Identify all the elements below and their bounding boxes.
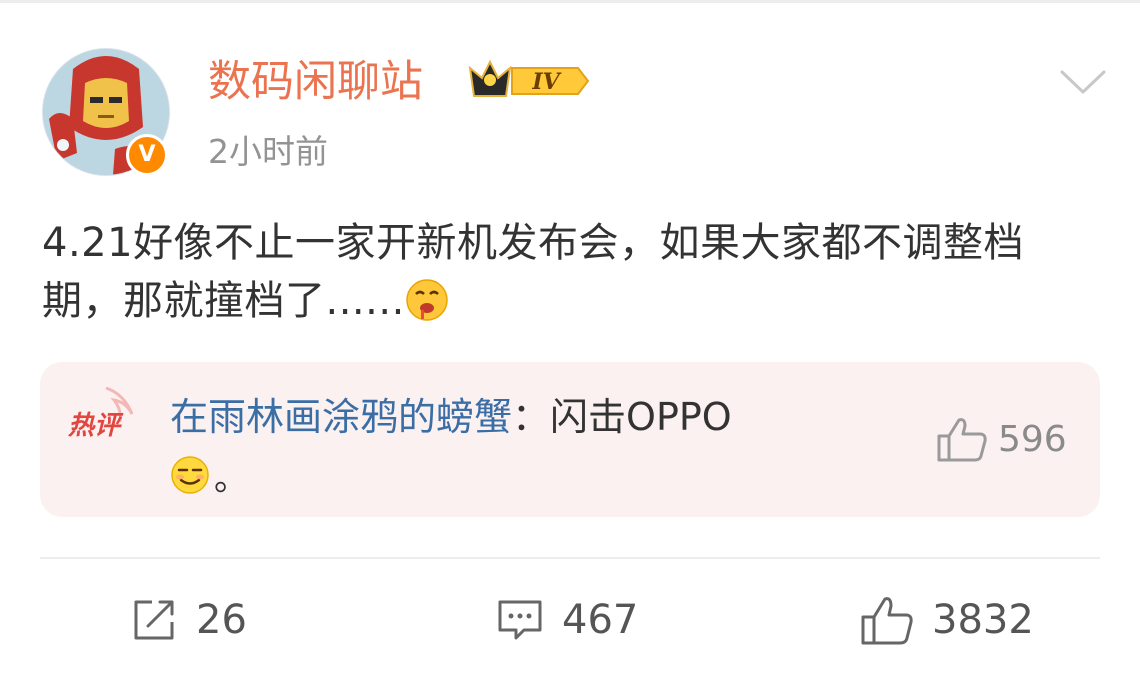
vip-level-badge: IV bbox=[468, 59, 590, 97]
post-timestamp: 2小时前 bbox=[208, 132, 328, 171]
drooling-face-emoji bbox=[406, 279, 448, 321]
hot-comment-tag: 热评 bbox=[67, 386, 134, 441]
level-text: IV bbox=[531, 69, 561, 95]
hot-comment[interactable]: 热评 在雨林画涂鸦的螃蟹：闪击OPPO 。 596 bbox=[40, 362, 1100, 517]
comment-colon: ： bbox=[512, 395, 551, 439]
thumbs-up-icon bbox=[861, 597, 913, 645]
repost-button[interactable]: 26 bbox=[130, 590, 247, 650]
post-text: 4.21好像不止一家开新机发布会，如果大家都不调整档期，那就撞档了...... bbox=[42, 214, 1102, 330]
comment-like-count: 596 bbox=[998, 418, 1067, 460]
verified-badge: V bbox=[126, 134, 168, 176]
hot-tag-label: 热评 bbox=[67, 411, 124, 441]
top-divider bbox=[0, 0, 1140, 3]
action-divider bbox=[40, 557, 1100, 559]
comment-text: 闪击OPPO bbox=[550, 395, 732, 439]
comment-button[interactable]: 467 bbox=[496, 590, 638, 650]
comment-author[interactable]: 在雨林画涂鸦的螃蟹 bbox=[170, 395, 512, 439]
chevron-down-icon[interactable] bbox=[1058, 66, 1108, 98]
post-text-content: 4.21好像不止一家开新机发布会，如果大家都不调整档期，那就撞档了...... bbox=[42, 220, 1025, 324]
comment-line-2: 。 bbox=[170, 450, 248, 500]
comment-count: 467 bbox=[562, 597, 639, 643]
repost-count: 26 bbox=[196, 597, 247, 643]
smirk-face-emoji bbox=[171, 456, 209, 494]
comment-icon bbox=[498, 600, 542, 640]
comment-like-button[interactable]: 596 bbox=[936, 416, 1067, 462]
like-button[interactable]: 3832 bbox=[860, 590, 1034, 650]
thumbs-up-icon bbox=[937, 418, 987, 462]
comment-period: 。 bbox=[214, 458, 248, 499]
author-name[interactable]: 数码闲聊站 bbox=[208, 52, 423, 112]
repost-icon bbox=[134, 600, 174, 640]
like-count: 3832 bbox=[932, 597, 1034, 643]
